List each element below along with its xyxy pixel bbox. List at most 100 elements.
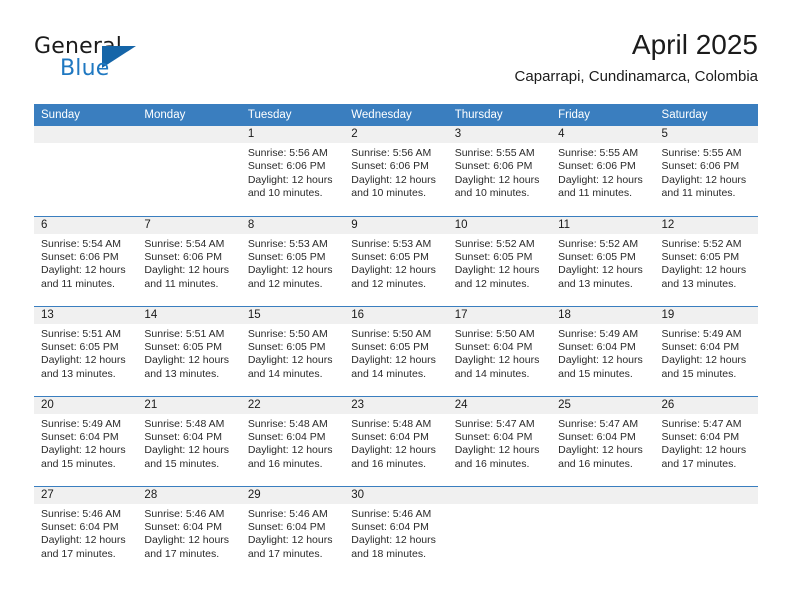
sunrise-text: Sunrise: 5:46 AM xyxy=(41,507,121,520)
daylight-text-line1: Daylight: 12 hours xyxy=(247,534,333,547)
calendar-day-cell[interactable]: 7 Sunrise: 5:54 AM Sunset: 6:06 PM Dayli… xyxy=(137,215,241,306)
calendar-day-cell[interactable]: 5 Sunrise: 5:55 AM Sunset: 6:06 PM Dayli… xyxy=(654,126,758,216)
daylight-text-line1: Daylight: 12 hours xyxy=(144,534,230,547)
day-number: 28 xyxy=(137,486,241,504)
sunrise-text: Sunrise: 5:51 AM xyxy=(144,327,225,340)
calendar-day-cell[interactable] xyxy=(654,485,758,576)
calendar-day-cell[interactable]: 19 Sunrise: 5:49 AM Sunset: 6:04 PM Dayl… xyxy=(654,305,758,396)
sunset-text: Sunset: 6:04 PM xyxy=(144,520,223,533)
calendar-day-cell[interactable] xyxy=(551,485,655,576)
day-number: 9 xyxy=(344,216,448,234)
calendar-day-cell[interactable] xyxy=(137,126,241,216)
sunrise-text: Sunrise: 5:56 AM xyxy=(351,147,432,159)
day-number: 1 xyxy=(240,126,345,143)
calendar-day-cell[interactable] xyxy=(34,126,138,216)
daylight-text-line2: and 17 minutes. xyxy=(661,457,737,470)
weekday-header-sunday: Sunday xyxy=(34,104,138,126)
calendar-day-cell[interactable]: 3 Sunrise: 5:55 AM Sunset: 6:06 PM Dayli… xyxy=(447,126,552,216)
calendar-week-row: 13 Sunrise: 5:51 AM Sunset: 6:05 PM Dayl… xyxy=(34,305,758,396)
day-number: 7 xyxy=(137,216,241,234)
sunset-text: Sunset: 6:04 PM xyxy=(351,430,429,443)
daylight-text-line2: and 15 minutes. xyxy=(558,367,633,380)
daylight-text-line2: and 15 minutes. xyxy=(41,457,116,470)
sunrise-text: Sunrise: 5:49 AM xyxy=(661,327,742,340)
general-blue-logo[interactable]: General Blue xyxy=(34,34,204,90)
day-details: Sunrise: 5:47 AM Sunset: 6:04 PM Dayligh… xyxy=(448,414,551,472)
calendar-day-cell[interactable]: 29 Sunrise: 5:46 AM Sunset: 6:04 PM Dayl… xyxy=(240,485,345,576)
calendar-day-cell[interactable]: 4 Sunrise: 5:55 AM Sunset: 6:06 PM Dayli… xyxy=(551,126,655,216)
sunset-text: Sunset: 6:05 PM xyxy=(454,250,533,263)
day-number: 21 xyxy=(137,396,241,414)
calendar-day-cell[interactable]: 11 Sunrise: 5:52 AM Sunset: 6:05 PM Dayl… xyxy=(551,215,655,306)
calendar-day-cell[interactable]: 27 Sunrise: 5:46 AM Sunset: 6:04 PM Dayl… xyxy=(34,485,138,576)
calendar-day-cell[interactable]: 21 Sunrise: 5:48 AM Sunset: 6:04 PM Dayl… xyxy=(137,395,241,486)
day-number: 23 xyxy=(344,396,448,414)
calendar-day-cell[interactable]: 25 Sunrise: 5:47 AM Sunset: 6:04 PM Dayl… xyxy=(551,395,655,486)
weekday-header-wednesday: Wednesday xyxy=(344,104,448,126)
calendar-week-row: 27 Sunrise: 5:46 AM Sunset: 6:04 PM Dayl… xyxy=(34,485,758,576)
calendar-day-cell[interactable] xyxy=(447,485,552,576)
daylight-text-line1: Daylight: 12 hours xyxy=(558,444,643,457)
sunrise-text: Sunrise: 5:47 AM xyxy=(558,417,639,430)
day-details: Sunrise: 5:49 AM Sunset: 6:04 PM Dayligh… xyxy=(34,414,137,472)
calendar-day-cell[interactable]: 24 Sunrise: 5:47 AM Sunset: 6:04 PM Dayl… xyxy=(447,395,552,486)
calendar-day-cell[interactable]: 18 Sunrise: 5:49 AM Sunset: 6:04 PM Dayl… xyxy=(551,305,655,396)
day-details xyxy=(448,504,551,508)
day-details: Sunrise: 5:50 AM Sunset: 6:05 PM Dayligh… xyxy=(344,324,447,382)
daylight-text-line1: Daylight: 12 hours xyxy=(661,264,747,277)
sunset-text: Sunset: 6:04 PM xyxy=(558,340,636,353)
daylight-text-line2: and 11 minutes. xyxy=(661,187,736,200)
calendar-day-cell[interactable]: 6 Sunrise: 5:54 AM Sunset: 6:06 PM Dayli… xyxy=(34,215,138,306)
day-number: 22 xyxy=(240,396,345,414)
sunset-text: Sunset: 6:06 PM xyxy=(41,250,119,263)
day-details: Sunrise: 5:53 AM Sunset: 6:05 PM Dayligh… xyxy=(241,234,344,292)
calendar-day-cell[interactable]: 13 Sunrise: 5:51 AM Sunset: 6:05 PM Dayl… xyxy=(34,305,138,396)
daylight-text-line1: Daylight: 12 hours xyxy=(351,354,436,367)
day-number: 27 xyxy=(34,486,138,504)
sunrise-text: Sunrise: 5:55 AM xyxy=(558,147,639,159)
sunset-text: Sunset: 6:05 PM xyxy=(247,250,326,263)
calendar-day-cell[interactable]: 22 Sunrise: 5:48 AM Sunset: 6:04 PM Dayl… xyxy=(240,395,345,486)
sunrise-text: Sunrise: 5:48 AM xyxy=(351,417,432,430)
calendar-day-cell[interactable]: 8 Sunrise: 5:53 AM Sunset: 6:05 PM Dayli… xyxy=(240,215,345,306)
calendar-day-cell[interactable]: 14 Sunrise: 5:51 AM Sunset: 6:05 PM Dayl… xyxy=(137,305,241,396)
day-details: Sunrise: 5:46 AM Sunset: 6:04 PM Dayligh… xyxy=(34,504,137,562)
day-details: Sunrise: 5:55 AM Sunset: 6:06 PM Dayligh… xyxy=(551,143,654,201)
calendar-day-cell[interactable]: 1 Sunrise: 5:56 AM Sunset: 6:06 PM Dayli… xyxy=(240,126,345,216)
sunset-text: Sunset: 6:04 PM xyxy=(41,520,119,533)
calendar-day-cell[interactable]: 30 Sunrise: 5:46 AM Sunset: 6:04 PM Dayl… xyxy=(344,485,448,576)
day-number: 13 xyxy=(34,306,138,324)
calendar-day-cell[interactable]: 9 Sunrise: 5:53 AM Sunset: 6:05 PM Dayli… xyxy=(344,215,448,306)
weekday-header-monday: Monday xyxy=(137,104,241,126)
day-number: 2 xyxy=(344,126,448,143)
calendar-day-cell[interactable]: 12 Sunrise: 5:52 AM Sunset: 6:05 PM Dayl… xyxy=(654,215,758,306)
daylight-text-line1: Daylight: 12 hours xyxy=(144,264,230,277)
day-details: Sunrise: 5:49 AM Sunset: 6:04 PM Dayligh… xyxy=(551,324,654,382)
calendar-day-cell[interactable]: 26 Sunrise: 5:47 AM Sunset: 6:04 PM Dayl… xyxy=(654,395,758,486)
daylight-text-line2: and 13 minutes. xyxy=(558,277,633,290)
day-number xyxy=(137,126,241,143)
calendar-day-cell[interactable]: 23 Sunrise: 5:48 AM Sunset: 6:04 PM Dayl… xyxy=(344,395,448,486)
calendar-week-row: 1 Sunrise: 5:56 AM Sunset: 6:06 PM Dayli… xyxy=(34,126,758,216)
calendar-day-cell[interactable]: 10 Sunrise: 5:52 AM Sunset: 6:05 PM Dayl… xyxy=(447,215,552,306)
sunset-text: Sunset: 6:04 PM xyxy=(247,430,326,443)
daylight-text-line2: and 17 minutes. xyxy=(247,547,323,560)
daylight-text-line1: Daylight: 12 hours xyxy=(661,173,747,186)
daylight-text-line1: Daylight: 12 hours xyxy=(454,264,540,277)
sunrise-text: Sunrise: 5:56 AM xyxy=(247,147,328,159)
day-details: Sunrise: 5:51 AM Sunset: 6:05 PM Dayligh… xyxy=(34,324,137,382)
sunrise-sunset-calendar: Sunday Monday Tuesday Wednesday Thursday… xyxy=(34,104,758,576)
calendar-day-cell[interactable]: 16 Sunrise: 5:50 AM Sunset: 6:05 PM Dayl… xyxy=(344,305,448,396)
day-details: Sunrise: 5:49 AM Sunset: 6:04 PM Dayligh… xyxy=(655,324,758,382)
sunrise-text: Sunrise: 5:55 AM xyxy=(454,147,535,159)
day-number: 5 xyxy=(654,126,758,143)
calendar-day-cell[interactable]: 20 Sunrise: 5:49 AM Sunset: 6:04 PM Dayl… xyxy=(34,395,138,486)
daylight-text-line2: and 15 minutes. xyxy=(144,457,220,470)
daylight-text-line2: and 10 minutes. xyxy=(351,187,426,200)
calendar-day-cell[interactable]: 15 Sunrise: 5:50 AM Sunset: 6:05 PM Dayl… xyxy=(240,305,345,396)
calendar-day-cell[interactable]: 28 Sunrise: 5:46 AM Sunset: 6:04 PM Dayl… xyxy=(137,485,241,576)
day-number xyxy=(551,486,655,504)
calendar-day-cell[interactable]: 2 Sunrise: 5:56 AM Sunset: 6:06 PM Dayli… xyxy=(344,126,448,216)
calendar-day-cell[interactable]: 17 Sunrise: 5:50 AM Sunset: 6:04 PM Dayl… xyxy=(447,305,552,396)
day-number: 18 xyxy=(551,306,655,324)
